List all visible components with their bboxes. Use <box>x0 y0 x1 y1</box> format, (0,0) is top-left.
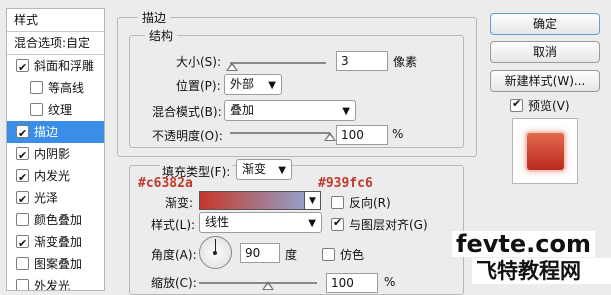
opacity-input[interactable]: 100 <box>336 125 388 145</box>
reverse-option[interactable]: 反向(R) <box>331 194 391 211</box>
sidebar-item[interactable]: 渐变叠加 <box>7 231 104 255</box>
sidebar-item-checkbox[interactable] <box>16 213 29 226</box>
blend-mode-select[interactable]: 叠加 ▼ <box>224 100 356 121</box>
opacity-label: 不透明度(O): <box>152 129 223 143</box>
cancel-button[interactable]: 取消 <box>490 41 600 63</box>
sidebar-item-label: 等高线 <box>48 81 85 95</box>
preview-label: 预览(V) <box>528 99 570 113</box>
sidebar-item-label: 描边 <box>34 125 59 139</box>
fill-type-select[interactable]: 渐变 ▼ <box>236 159 292 180</box>
scale-unit: % <box>384 275 396 289</box>
sidebar-item[interactable]: 内发光 <box>7 165 104 189</box>
sidebar-item-checkbox[interactable] <box>30 103 43 116</box>
sidebar-item-checkbox[interactable] <box>16 257 29 270</box>
blending-options-item[interactable]: 混合选项:自定 <box>7 32 104 55</box>
scale-slider-track[interactable] <box>199 282 317 284</box>
size-input[interactable]: 3 <box>336 51 388 71</box>
sidebar-item[interactable]: 内阴影 <box>7 143 104 167</box>
sidebar-item[interactable]: 颜色叠加 <box>7 209 104 231</box>
gradient-label: 渐变: <box>165 196 194 210</box>
style-preview <box>512 118 578 184</box>
sidebar-item-label: 图案叠加 <box>34 257 83 271</box>
sidebar-item-checkbox[interactable] <box>16 123 29 145</box>
gradient-dropdown[interactable]: ▼ <box>305 191 321 210</box>
sidebar-item[interactable]: 纹理 <box>7 99 104 121</box>
fill-type-value: 渐变 <box>242 162 267 176</box>
sidebar-item-label: 斜面和浮雕 <box>34 59 95 73</box>
sidebar-item-checkbox[interactable] <box>16 167 29 189</box>
dither-label: 仿色 <box>340 248 365 262</box>
sidebar-item-label: 纹理 <box>48 103 73 117</box>
styles-list: 样式 混合选项:自定 斜面和浮雕等高线纹理描边内阴影内发光光泽颜色叠加渐变叠加图… <box>6 8 105 291</box>
size-slider-thumb[interactable] <box>226 62 238 72</box>
align-option[interactable]: 与图层对齐(G) <box>331 216 428 233</box>
sidebar-item-label: 光泽 <box>34 191 59 205</box>
opacity-slider-thumb[interactable] <box>324 132 336 142</box>
sidebar-item-checkbox[interactable] <box>16 145 29 167</box>
style-value: 线性 <box>205 215 230 229</box>
gradient-swatch[interactable] <box>199 191 305 210</box>
reverse-label: 反向(R) <box>349 196 391 210</box>
dither-checkbox[interactable] <box>322 248 335 261</box>
chevron-down-icon: ▼ <box>308 218 316 229</box>
position-label: 位置(P): <box>176 79 221 93</box>
opacity-unit: % <box>392 127 404 141</box>
reverse-checkbox[interactable] <box>331 196 344 209</box>
chevron-down-icon: ▼ <box>268 80 276 91</box>
sidebar-item-label: 内发光 <box>34 169 71 183</box>
size-unit: 像素 <box>393 55 418 69</box>
opacity-slider-track[interactable] <box>230 132 330 134</box>
size-slider-track[interactable] <box>230 62 326 64</box>
sidebar-item-checkbox[interactable] <box>16 233 29 255</box>
style-select[interactable]: 线性 ▼ <box>199 212 322 233</box>
sidebar-item-checkbox[interactable] <box>16 57 29 79</box>
angle-unit: 度 <box>285 248 298 262</box>
stroke-title: 描边 <box>138 9 171 26</box>
angle-dial[interactable] <box>199 236 232 269</box>
styles-header[interactable]: 样式 <box>7 9 104 32</box>
watermark-url: fevte.com <box>452 231 595 257</box>
sidebar-item-label: 内阴影 <box>34 147 71 161</box>
sidebar-item-label: 渐变叠加 <box>34 235 83 249</box>
size-label: 大小(S): <box>176 55 222 69</box>
structure-title: 结构 <box>145 27 178 44</box>
blend-mode-value: 叠加 <box>230 103 255 117</box>
sidebar-item[interactable]: 图案叠加 <box>7 253 104 275</box>
preview-checkbox[interactable] <box>510 97 523 112</box>
gradient-start-hex-label: #c6382a <box>138 176 193 191</box>
align-label: 与图层对齐(G) <box>349 218 428 232</box>
angle-label: 角度(A): <box>151 248 197 262</box>
ok-button[interactable]: 确定 <box>490 13 600 35</box>
gradient-end-hex-label: #939fc6 <box>318 176 373 191</box>
sidebar-item[interactable]: 描边 <box>7 121 104 145</box>
sidebar-item[interactable]: 斜面和浮雕 <box>7 55 104 79</box>
sidebar-item-label: 颜色叠加 <box>34 213 83 227</box>
sidebar-item[interactable]: 光泽 <box>7 187 104 211</box>
scale-slider-thumb[interactable] <box>262 281 274 291</box>
sidebar-item[interactable]: 外发光 <box>7 275 104 291</box>
scale-label: 缩放(C): <box>151 276 197 290</box>
dither-option[interactable]: 仿色 <box>322 246 364 263</box>
chevron-down-icon: ▼ <box>278 165 286 176</box>
sidebar-item-label: 外发光 <box>34 279 71 291</box>
chevron-down-icon: ▼ <box>309 196 316 206</box>
scale-input[interactable]: 100 <box>326 273 378 293</box>
style-label: 样式(L): <box>151 218 196 232</box>
align-checkbox[interactable] <box>331 216 344 231</box>
position-value: 外部 <box>230 77 255 91</box>
preview-option[interactable]: 预览(V) <box>510 97 570 114</box>
blend-mode-label: 混合模式(B): <box>152 105 222 119</box>
preview-swatch <box>527 133 564 170</box>
chevron-down-icon: ▼ <box>342 106 350 117</box>
angle-dial-center <box>213 251 217 255</box>
sidebar-item-checkbox[interactable] <box>30 81 43 94</box>
new-style-button[interactable]: 新建样式(W)... <box>490 70 600 92</box>
sidebar-item-checkbox[interactable] <box>16 279 29 290</box>
position-select[interactable]: 外部 ▼ <box>224 74 282 95</box>
angle-input[interactable]: 90 <box>240 243 280 263</box>
sidebar-item[interactable]: 等高线 <box>7 77 104 99</box>
sidebar-item-checkbox[interactable] <box>16 189 29 211</box>
watermark-cn: 飞特教程网 <box>472 258 611 284</box>
